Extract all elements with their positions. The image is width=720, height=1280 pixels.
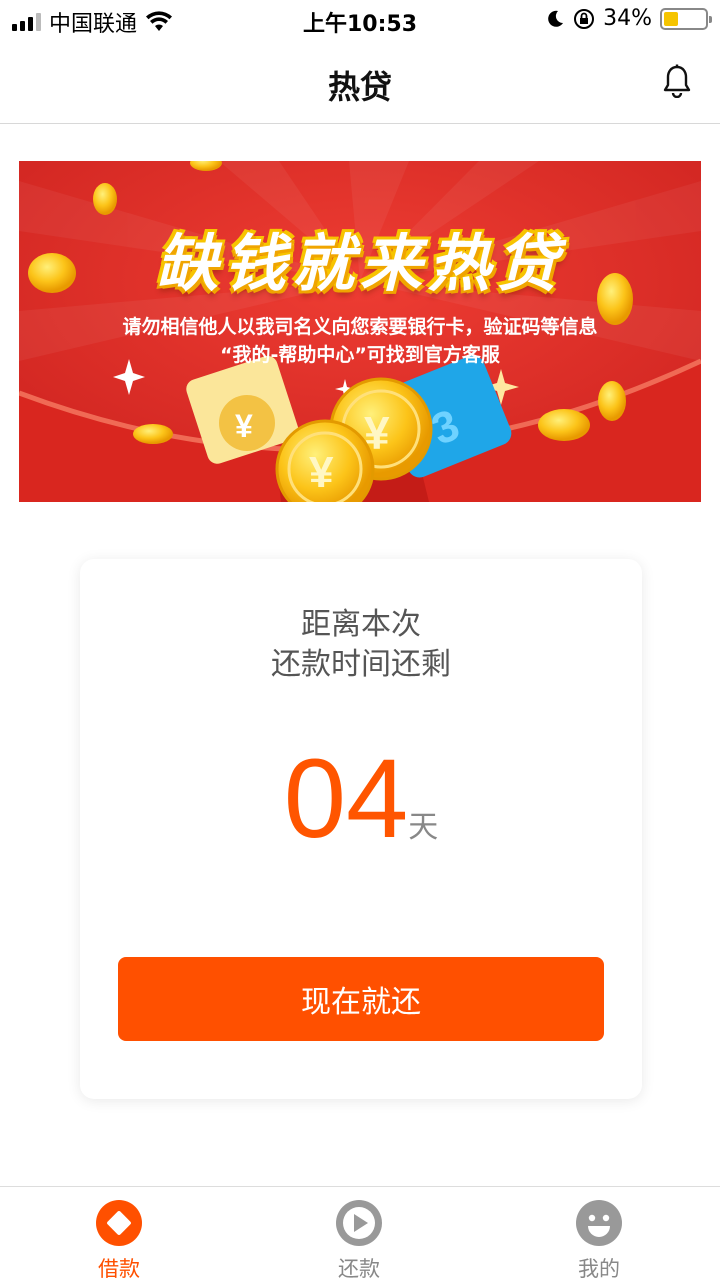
tab-loan-label: 借款 bbox=[98, 1257, 140, 1280]
svg-text:¥: ¥ bbox=[235, 408, 253, 444]
tab-bar: 借款 还款 我的 bbox=[0, 1186, 720, 1280]
banner-notice-line2: “我的-帮助中心”可找到官方客服 bbox=[220, 344, 500, 366]
status-bar: 中国联通 上午10:53 34% bbox=[0, 0, 720, 40]
svg-text:¥: ¥ bbox=[309, 448, 334, 497]
banner-notice-line1: 请勿相信他人以我司名义向您索要银行卡，验证码等信息 bbox=[122, 316, 598, 338]
countdown-label-line2: 还款时间还剩 bbox=[271, 647, 451, 682]
status-right: 34% bbox=[545, 6, 712, 31]
promo-banner[interactable]: 3 ¥ ¥ ¥ 缺钱就来热贷 请勿相信他人以我司名义向您索要银行卡，验证码等信息… bbox=[19, 161, 701, 502]
moon-icon bbox=[548, 10, 564, 27]
repay-now-button[interactable]: 现在就还 bbox=[118, 957, 604, 1041]
bell-icon[interactable] bbox=[662, 64, 692, 98]
tab-repay-label: 还款 bbox=[338, 1257, 380, 1280]
smiley-icon bbox=[576, 1200, 622, 1246]
loan-icon bbox=[96, 1200, 142, 1246]
countdown-display: 04天 bbox=[80, 739, 642, 859]
page-title: 热贷 bbox=[327, 68, 392, 106]
nav-bar: 热贷 bbox=[0, 40, 720, 124]
days-remaining: 04 bbox=[283, 736, 409, 861]
rotation-lock-icon bbox=[574, 8, 595, 29]
days-unit: 天 bbox=[408, 810, 439, 845]
repayment-card: 距离本次 还款时间还剩 04天 现在就还 bbox=[80, 559, 642, 1099]
battery-fill bbox=[664, 11, 678, 26]
battery-percent: 34% bbox=[603, 6, 652, 31]
banner-title: 缺钱就来热贷 bbox=[155, 227, 564, 300]
play-icon bbox=[336, 1200, 382, 1246]
battery-icon bbox=[660, 7, 712, 30]
countdown-label-line1: 距离本次 bbox=[301, 607, 421, 642]
tab-mine-label: 我的 bbox=[578, 1257, 620, 1280]
tab-loan[interactable]: 借款 bbox=[59, 1199, 179, 1280]
tab-mine[interactable]: 我的 bbox=[539, 1199, 659, 1280]
tab-repay[interactable]: 还款 bbox=[299, 1199, 419, 1280]
banner-notice: 请勿相信他人以我司名义向您索要银行卡，验证码等信息 “我的-帮助中心”可找到官方… bbox=[19, 313, 701, 369]
